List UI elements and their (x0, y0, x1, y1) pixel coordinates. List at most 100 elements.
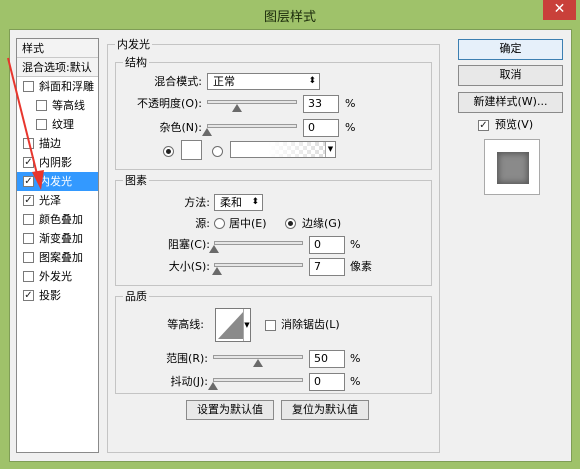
jitter-slider-thumb[interactable] (208, 382, 218, 390)
anti-alias-label[interactable]: 消除锯齿(L) (281, 318, 340, 332)
gradient-fade (231, 142, 325, 157)
style-checkbox[interactable] (36, 119, 47, 130)
size-input[interactable]: 7 (309, 258, 345, 276)
style-list-item[interactable]: 颜色叠加 (17, 210, 98, 229)
size-slider-track[interactable] (214, 263, 303, 267)
style-list-item[interactable]: 图案叠加 (17, 248, 98, 267)
range-slider-thumb[interactable] (253, 359, 263, 367)
style-preview-thumbnail (484, 139, 540, 195)
preview-checkbox[interactable]: ✓ (478, 120, 489, 131)
style-checkbox[interactable]: ✓ (23, 157, 34, 168)
choke-unit: % (350, 238, 361, 251)
style-list-item[interactable]: ✓ 内发光 (17, 172, 98, 191)
ok-button[interactable]: 确定 (458, 39, 563, 60)
styles-list: 样式 混合选项:默认 斜面和浮雕 等高线 纹理 描边 ✓ 内阴影 ✓ 内发光 ✓ 光泽 颜色叠加 渐变… (16, 38, 99, 453)
choke-slider-track[interactable] (214, 241, 303, 245)
size-unit: 像素 (350, 260, 372, 273)
style-list-label: 投影 (39, 289, 61, 302)
size-label: 大小(S): (168, 260, 210, 273)
style-list-label: 等高线 (52, 99, 85, 112)
styles-header[interactable]: 样式 (17, 39, 98, 58)
style-list-label: 光泽 (39, 194, 61, 207)
range-label: 范围(R): (166, 352, 208, 365)
opacity-slider-thumb[interactable] (231, 104, 242, 112)
style-list-item[interactable]: ✓ 投影 (17, 286, 98, 305)
source-edge-radio[interactable] (285, 218, 296, 229)
updown-icon: ⬍ (251, 197, 259, 207)
contour-curve-icon (218, 311, 244, 339)
dialog-window: 图层样式 ✕ 样式 混合选项:默认 斜面和浮雕 等高线 纹理 描边 ✓ 内阴影 ✓ 内发光 ✓ 光… (0, 0, 580, 469)
noise-slider-track[interactable] (207, 124, 297, 128)
style-checkbox[interactable] (36, 100, 47, 111)
style-list-item[interactable]: 外发光 (17, 267, 98, 286)
inner-glow-panel: 内发光 结构 混合模式: 正常 ⬍ 不透明度(O): 33 % 杂色(N): 0 … (107, 38, 440, 453)
structure-title: 结构 (123, 56, 149, 69)
style-checkbox[interactable] (23, 81, 34, 92)
source-center-label[interactable]: 居中(E) (229, 217, 267, 231)
style-checkbox[interactable]: ✓ (23, 290, 34, 301)
opacity-slider-track[interactable] (207, 100, 297, 104)
noise-input[interactable]: 0 (303, 119, 339, 137)
jitter-label: 抖动(J): (170, 375, 208, 388)
style-list-item[interactable]: ✓ 内阴影 (17, 153, 98, 172)
preview-square (497, 152, 529, 184)
opacity-input[interactable]: 33 (303, 95, 339, 113)
updown-icon: ⬍ (308, 76, 316, 86)
new-style-button[interactable]: 新建样式(W)... (458, 92, 563, 113)
style-list-label: 图案叠加 (39, 251, 83, 264)
style-list-label: 颜色叠加 (39, 213, 83, 226)
style-list-item[interactable]: 渐变叠加 (17, 229, 98, 248)
chevron-down-icon: ▼ (325, 142, 335, 157)
solid-color-radio[interactable] (163, 146, 174, 157)
style-list-item[interactable]: 斜面和浮雕 (17, 77, 98, 96)
choke-label: 阻塞(C): (168, 238, 210, 251)
style-list-label: 描边 (39, 137, 61, 150)
glow-gradient-picker[interactable]: ▼ (230, 141, 336, 158)
style-list-label: 纹理 (52, 118, 74, 131)
style-list-item[interactable]: 描边 (17, 134, 98, 153)
style-list-label: 外发光 (39, 270, 72, 283)
method-value: 柔和 (220, 196, 242, 209)
blending-options-item[interactable]: 混合选项:默认 (17, 58, 98, 77)
chevron-down-icon: ▼ (243, 309, 250, 341)
style-list-item[interactable]: 等高线 (17, 96, 98, 115)
preview-label[interactable]: 预览(V) (495, 118, 533, 132)
style-checkbox[interactable] (23, 233, 34, 244)
style-checkbox[interactable] (23, 271, 34, 282)
opacity-label: 不透明度(O): (137, 97, 202, 110)
source-label: 源: (195, 217, 210, 230)
source-center-radio[interactable] (214, 218, 225, 229)
blend-mode-select[interactable]: 正常 ⬍ (207, 73, 320, 90)
choke-slider-thumb[interactable] (209, 245, 219, 253)
style-checkbox[interactable]: ✓ (23, 195, 34, 206)
style-checkbox[interactable] (23, 252, 34, 263)
anti-alias-checkbox[interactable] (265, 320, 276, 331)
style-list-item[interactable]: ✓ 光泽 (17, 191, 98, 210)
style-checkbox[interactable] (23, 214, 34, 225)
style-list-label: 渐变叠加 (39, 232, 83, 245)
method-label: 方法: (184, 196, 210, 209)
style-checkbox[interactable]: ✓ (23, 176, 34, 187)
method-select[interactable]: 柔和 ⬍ (214, 194, 263, 211)
range-input[interactable]: 50 (309, 350, 345, 368)
glow-color-swatch[interactable] (181, 140, 202, 160)
jitter-input[interactable]: 0 (309, 373, 345, 391)
contour-label: 等高线: (167, 318, 204, 331)
style-checkbox[interactable] (23, 138, 34, 149)
make-default-button[interactable]: 设置为默认值 (186, 400, 274, 420)
choke-input[interactable]: 0 (309, 236, 345, 254)
size-slider-thumb[interactable] (211, 267, 222, 275)
gradient-radio[interactable] (212, 146, 223, 157)
contour-picker[interactable]: ▼ (215, 308, 251, 342)
opacity-unit: % (345, 97, 356, 110)
reset-default-button[interactable]: 复位为默认值 (281, 400, 369, 420)
window-title: 图层样式 (263, 10, 316, 25)
source-edge-label[interactable]: 边缘(G) (302, 217, 341, 231)
title-bar[interactable]: 图层样式 ✕ (0, 0, 580, 28)
cancel-button[interactable]: 取消 (458, 65, 563, 86)
jitter-slider-track[interactable] (213, 378, 303, 382)
noise-slider-thumb[interactable] (202, 128, 212, 136)
style-list-item[interactable]: 纹理 (17, 115, 98, 134)
elements-title: 图素 (123, 174, 149, 187)
close-button[interactable]: ✕ (543, 0, 576, 20)
